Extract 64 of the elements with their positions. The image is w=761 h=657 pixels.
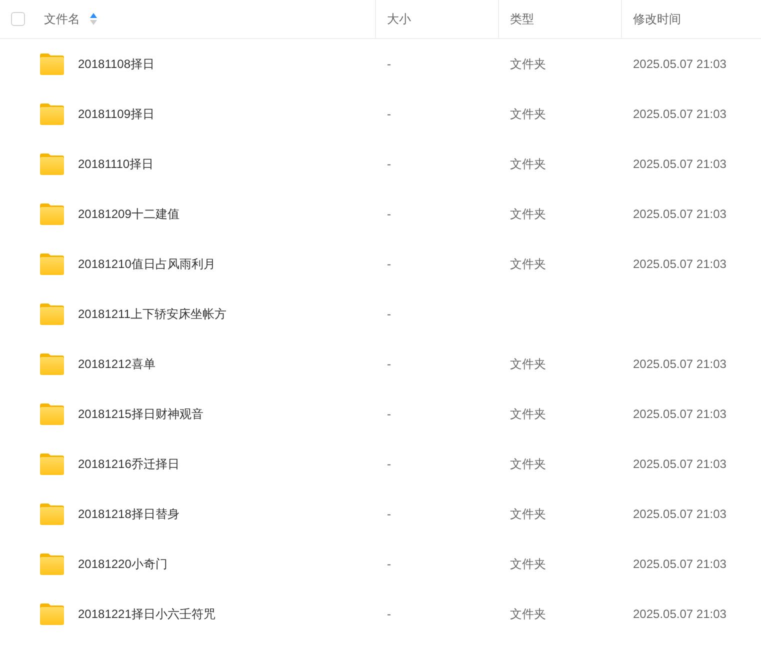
file-name[interactable]: 20181108择日	[78, 56, 154, 72]
file-type: 文件夹	[510, 456, 546, 472]
modified-time: 2025.05.07 21:03	[633, 457, 726, 471]
modified-time: 2025.05.07 21:03	[633, 57, 726, 71]
column-header[interactable]: 修改时间	[633, 10, 681, 28]
file-size: -	[387, 457, 391, 471]
file-type: 文件夹	[510, 606, 546, 622]
folder-icon	[40, 553, 64, 575]
modified-time: 2025.05.07 21:03	[633, 557, 726, 571]
file-size: -	[387, 557, 391, 571]
folder-icon	[40, 53, 64, 75]
file-size: -	[387, 57, 391, 71]
file-name[interactable]: 20181220小奇门	[78, 556, 168, 572]
file-type: 文件夹	[510, 556, 546, 572]
file-name[interactable]: 20181109择日	[78, 106, 154, 122]
file-name[interactable]: 20181216乔迁择日	[78, 456, 180, 472]
file-type: 文件夹	[510, 56, 546, 72]
file-size: -	[387, 307, 391, 321]
file-size: -	[387, 607, 391, 621]
file-type: 文件夹	[510, 506, 546, 522]
folder-icon	[40, 303, 64, 325]
file-name[interactable]: 20181215择日财神观音	[78, 406, 204, 422]
modified-time: 2025.05.07 21:03	[633, 207, 726, 221]
folder-icon	[40, 353, 64, 375]
modified-time: 2025.05.07 21:03	[633, 107, 726, 121]
file-name[interactable]: 20181218择日替身	[78, 506, 180, 522]
file-name[interactable]: 20181211上下轿安床坐帐方	[78, 306, 226, 322]
file-type: 文件夹	[510, 206, 546, 222]
file-name[interactable]: 20181221择日小六壬符咒	[78, 606, 216, 622]
file-name[interactable]: 20181209十二建值	[78, 206, 180, 222]
folder-icon	[40, 503, 64, 525]
file-size: -	[387, 257, 391, 271]
file-type: 文件夹	[510, 356, 546, 372]
file-type: 文件夹	[510, 256, 546, 272]
column-header[interactable]: 文件名	[44, 10, 80, 28]
file-size: -	[387, 407, 391, 421]
file-size: -	[387, 507, 391, 521]
file-name[interactable]: 20181210值日占风雨利月	[78, 256, 216, 272]
modified-time: 2025.05.07 21:03	[633, 157, 726, 171]
file-name[interactable]: 20181110择日	[78, 156, 154, 172]
folder-icon	[40, 453, 64, 475]
file-name[interactable]: 20181212喜单	[78, 356, 156, 372]
modified-time: 2025.05.07 21:03	[633, 357, 726, 371]
folder-icon	[40, 153, 64, 175]
folder-icon	[40, 103, 64, 125]
modified-time: 2025.05.07 21:03	[633, 607, 726, 621]
modified-time: 2025.05.07 21:03	[633, 507, 726, 521]
folder-icon	[40, 253, 64, 275]
column-header[interactable]: 类型	[510, 10, 534, 28]
folder-icon	[40, 403, 64, 425]
file-type: 文件夹	[510, 406, 546, 422]
column-header[interactable]: 大小	[387, 10, 411, 28]
file-size: -	[387, 207, 391, 221]
file-type: 文件夹	[510, 156, 546, 172]
file-size: -	[387, 157, 391, 171]
file-size: -	[387, 107, 391, 121]
select-all-checkbox[interactable]	[11, 12, 25, 26]
file-size: -	[387, 357, 391, 371]
modified-time: 2025.05.07 21:03	[633, 257, 726, 271]
file-type: 文件夹	[510, 106, 546, 122]
modified-time: 2025.05.07 21:03	[633, 407, 726, 421]
sort-icon[interactable]	[90, 13, 97, 25]
folder-icon	[40, 603, 64, 625]
folder-icon	[40, 203, 64, 225]
